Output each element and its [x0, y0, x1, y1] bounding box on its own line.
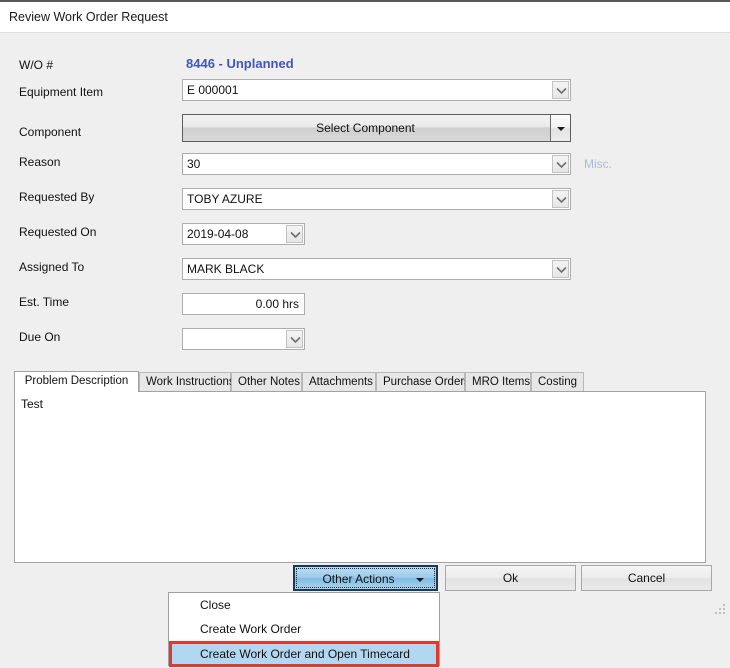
requested-on-date-picker[interactable]: 2019-04-08	[182, 223, 305, 245]
tab-label: Problem Description	[24, 375, 129, 387]
cancel-label: Cancel	[627, 571, 666, 585]
assigned-to-value: MARK BLACK	[187, 262, 265, 276]
reason-combo[interactable]: 30	[182, 153, 571, 175]
assigned-to-combo[interactable]: MARK BLACK	[182, 258, 571, 280]
reason-value: 30	[187, 157, 201, 171]
chevron-down-icon[interactable]	[286, 225, 303, 243]
tab-costing[interactable]: Costing	[531, 372, 584, 392]
label-requested-by: Requested By	[19, 190, 95, 204]
menu-item-label: Close	[200, 598, 231, 612]
tab-label: Work Instructions	[146, 376, 235, 388]
select-component-dropdown-arrow[interactable]	[550, 115, 570, 141]
chevron-down-icon[interactable]	[286, 330, 303, 348]
requested-by-combo[interactable]: TOBY AZURE	[182, 188, 571, 210]
caret-down-icon	[416, 578, 424, 582]
label-equipment-item: Equipment Item	[19, 85, 104, 99]
other-actions-label: Other Actions	[322, 572, 395, 586]
label-component: Component	[19, 125, 82, 139]
menu-item-label: Create Work Order and Open Timecard	[200, 647, 410, 661]
tab-label: Other Notes	[238, 376, 300, 388]
label-est-time: Est. Time	[19, 295, 70, 309]
tab-work-instructions[interactable]: Work Instructions	[139, 372, 235, 392]
other-actions-menu: Close Create Work Order Create Work Orde…	[168, 592, 440, 666]
tab-purchase-orders[interactable]: Purchase Orders	[376, 372, 470, 392]
tab-mro-items[interactable]: MRO Items	[465, 372, 531, 392]
problem-description-textarea[interactable]: Test	[14, 391, 706, 563]
tab-other-notes[interactable]: Other Notes	[231, 372, 302, 392]
reason-note: Misc.	[584, 157, 612, 171]
label-requested-on: Requested On	[19, 225, 97, 239]
due-on-date-picker[interactable]	[182, 328, 305, 350]
est-time-input[interactable]: 0.00 hrs	[182, 293, 305, 315]
select-component-split-button[interactable]: Select Component	[182, 114, 571, 142]
tab-label: Purchase Orders	[383, 376, 470, 388]
resize-grip[interactable]	[714, 604, 727, 617]
chevron-down-icon[interactable]	[552, 260, 569, 278]
problem-description-text: Test	[21, 397, 44, 411]
label-due-on: Due On	[19, 330, 61, 344]
requested-by-value: TOBY AZURE	[187, 192, 263, 206]
label-assigned-to: Assigned To	[19, 260, 85, 274]
chevron-down-icon[interactable]	[552, 190, 569, 208]
equipment-item-value: E 000001	[187, 83, 239, 97]
tab-label: Attachments	[309, 376, 373, 388]
menu-item-close[interactable]: Close	[169, 593, 439, 617]
menu-item-create-work-order[interactable]: Create Work Order	[169, 617, 439, 641]
caret-down-icon	[557, 127, 565, 131]
equipment-item-combo[interactable]: E 000001	[182, 79, 571, 101]
window-titlebar: Review Work Order Request	[0, 2, 730, 33]
tab-problem-description[interactable]: Problem Description	[14, 371, 139, 392]
cancel-button[interactable]: Cancel	[581, 565, 712, 591]
tab-label: MRO Items	[472, 376, 531, 388]
form-body: W/O # 8446 - Unplanned Equipment Item E …	[0, 34, 730, 668]
tab-attachments[interactable]: Attachments	[302, 372, 376, 392]
review-work-order-window: Review Work Order Request W/O # 8446 - U…	[0, 0, 730, 668]
tabstrip: Problem Description Work Instructions Ot…	[14, 371, 706, 392]
label-wo-number: W/O #	[19, 58, 54, 72]
ok-button[interactable]: Ok	[445, 565, 576, 591]
requested-on-value: 2019-04-08	[187, 227, 249, 241]
chevron-down-icon[interactable]	[552, 155, 569, 173]
label-reason: Reason	[19, 155, 61, 169]
other-actions-button[interactable]: Other Actions	[293, 565, 438, 591]
chevron-down-icon[interactable]	[552, 81, 569, 99]
select-component-label: Select Component	[316, 121, 415, 135]
ok-label: Ok	[502, 571, 519, 585]
menu-item-create-work-order-and-open-timecard[interactable]: Create Work Order and Open Timecard	[169, 641, 439, 665]
window-title: Review Work Order Request	[9, 10, 168, 24]
est-time-value: 0.00 hrs	[255, 297, 299, 311]
wo-number-value: 8446 - Unplanned	[186, 56, 294, 71]
tab-label: Costing	[538, 376, 577, 388]
menu-item-label: Create Work Order	[200, 622, 302, 636]
